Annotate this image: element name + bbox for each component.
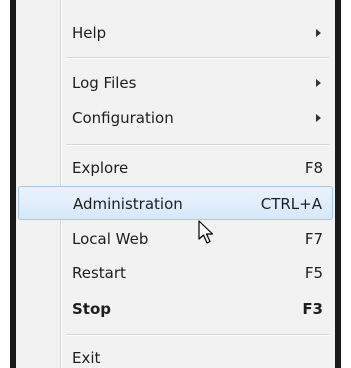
menu-item-local-web[interactable]: Local Web F7 bbox=[18, 222, 333, 256]
submenu-arrow-icon bbox=[316, 79, 321, 87]
menu-item-restart-shortcut: F5 bbox=[304, 264, 323, 282]
menu-item-restart-label: Restart bbox=[72, 264, 126, 282]
menu-separator bbox=[66, 334, 329, 336]
context-menu: Help Log Files Configuration Explore F8 … bbox=[10, 0, 341, 368]
screen: Help Log Files Configuration Explore F8 … bbox=[0, 0, 351, 368]
menu-item-log-files[interactable]: Log Files bbox=[18, 66, 333, 100]
menu-item-stop-shortcut: F3 bbox=[302, 300, 323, 318]
menu-item-explore[interactable]: Explore F8 bbox=[18, 151, 333, 185]
menu-item-exit-label: Exit bbox=[72, 349, 101, 367]
menu-item-explore-label: Explore bbox=[72, 159, 129, 177]
menu-item-help-label: Help bbox=[72, 24, 107, 42]
submenu-arrow-icon bbox=[316, 114, 321, 122]
menu-item-administration-label: Administration bbox=[73, 195, 183, 213]
menu-item-log-files-label: Log Files bbox=[72, 74, 137, 92]
arrow-pointer-icon bbox=[198, 220, 214, 244]
menu-separator bbox=[66, 144, 329, 146]
menu-item-exit[interactable]: Exit bbox=[18, 341, 333, 368]
menu-item-administration-shortcut: CTRL+A bbox=[260, 195, 322, 213]
menu-item-stop-label: Stop bbox=[72, 300, 112, 318]
menu-item-explore-shortcut: F8 bbox=[304, 159, 323, 177]
menu-item-restart[interactable]: Restart F5 bbox=[18, 256, 333, 290]
menu-item-stop[interactable]: Stop F3 bbox=[18, 292, 333, 326]
menu-item-configuration[interactable]: Configuration bbox=[18, 101, 333, 135]
menu-item-local-web-shortcut: F7 bbox=[304, 230, 323, 248]
submenu-arrow-icon bbox=[316, 29, 321, 37]
menu-item-local-web-label: Local Web bbox=[72, 230, 149, 248]
menu-item-help[interactable]: Help bbox=[18, 16, 333, 50]
menu-item-administration[interactable]: Administration CTRL+A bbox=[18, 186, 333, 220]
menu-separator bbox=[66, 57, 329, 59]
menu-item-configuration-label: Configuration bbox=[72, 109, 174, 127]
